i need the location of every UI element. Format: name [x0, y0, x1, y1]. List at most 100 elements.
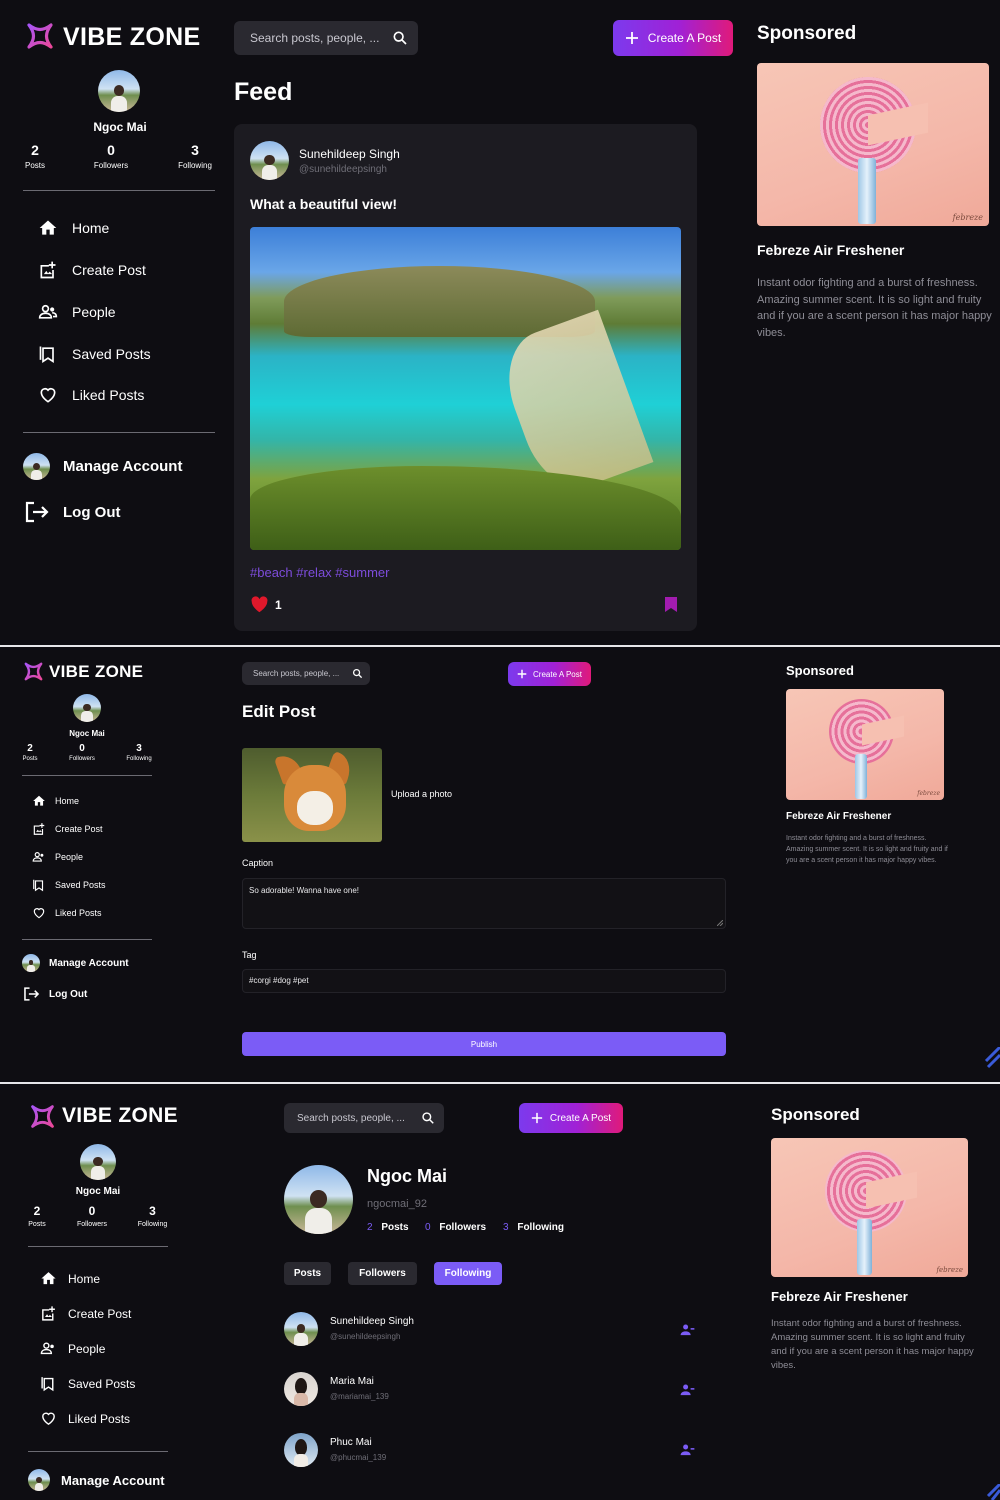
user-avatar[interactable]	[98, 70, 140, 112]
sidebar-item-label: Home	[72, 220, 110, 236]
sidebar-item-liked-posts[interactable]: Liked Posts	[38, 385, 144, 405]
posts-label: Posts	[28, 1221, 46, 1228]
sidebar-item-saved-posts[interactable]: Saved Posts	[38, 344, 151, 364]
post-author-name[interactable]: Sunehildeep Singh	[299, 147, 400, 161]
followers-count: 0	[88, 1204, 96, 1218]
sidebar-item-label: Home	[68, 1271, 101, 1286]
following-avatar[interactable]	[284, 1433, 318, 1467]
febreze-ad-image[interactable]: febreze	[786, 689, 944, 800]
sidebar-divider	[23, 190, 215, 191]
sidebar-item-people[interactable]: People	[40, 1340, 105, 1357]
sidebar-item-create-post[interactable]: Create Post	[32, 822, 103, 836]
save-bookmark-icon[interactable]	[664, 596, 678, 613]
sidebar-item-home[interactable]: Home	[40, 1270, 100, 1287]
febreze-brand-mark: febreze	[936, 1266, 963, 1274]
create-post-button[interactable]: Create A Post	[519, 1103, 623, 1133]
sidebar-item-people[interactable]: People	[32, 850, 83, 864]
following-avatar[interactable]	[284, 1372, 318, 1406]
post-image[interactable]	[250, 227, 681, 550]
tab-followers[interactable]: Followers	[348, 1262, 417, 1285]
vibe-zone-logo-icon[interactable]	[25, 21, 55, 51]
post-author-avatar[interactable]	[250, 141, 289, 180]
febreze-ad-image[interactable]: febreze	[757, 63, 989, 226]
search-placeholder[interactable]: Search posts, people, ...	[250, 31, 379, 45]
logout-link[interactable]: Log Out	[24, 500, 120, 524]
add-photo-icon	[42, 1306, 55, 1321]
search-bar[interactable]: Search posts, people, ...	[284, 1103, 444, 1133]
post-author-handle[interactable]: @sunehildeepsingh	[299, 164, 387, 175]
brand-name[interactable]: VIBE ZONE	[62, 1104, 178, 1128]
post-photo-preview[interactable]	[242, 748, 382, 842]
sidebar-item-home[interactable]: Home	[38, 218, 109, 238]
search-bar[interactable]: Search posts, people, ...	[242, 662, 370, 685]
manage-account-label: Manage Account	[63, 458, 183, 475]
user-name[interactable]: Ngoc Mai	[58, 1186, 138, 1197]
upload-photo-button[interactable]: Upload a photo	[391, 789, 452, 799]
vibe-zone-logo-icon[interactable]	[29, 1103, 56, 1130]
manage-account-link[interactable]: Manage Account	[28, 1469, 165, 1491]
search-icon[interactable]	[352, 668, 363, 679]
sidebar-item-create-post[interactable]: Create Post	[38, 260, 146, 280]
resize-handle-icon[interactable]	[717, 920, 723, 926]
post-tags[interactable]: #beach #relax #summer	[250, 565, 389, 580]
following-avatar[interactable]	[284, 1312, 318, 1346]
user-name[interactable]: Ngoc Mai	[70, 120, 170, 134]
tab-following[interactable]: Following	[434, 1262, 502, 1285]
profile-following-stat[interactable]: 3 Following	[503, 1222, 564, 1233]
logout-link[interactable]: Log Out	[23, 986, 87, 1002]
ad-title[interactable]: Febreze Air Freshener	[786, 811, 891, 822]
publish-button[interactable]: Publish	[242, 1032, 726, 1056]
profile-posts-stat[interactable]: 2 Posts	[367, 1222, 409, 1233]
create-post-button[interactable]: Create A Post	[613, 20, 733, 56]
create-post-button[interactable]: Create A Post	[508, 662, 591, 686]
sidebar-item-people[interactable]: People	[38, 302, 116, 322]
following-handle: @sunehildeepsingh	[330, 1332, 401, 1341]
sidebar-item-liked-posts[interactable]: Liked Posts	[40, 1410, 130, 1427]
sidebar-item-create-post[interactable]: Create Post	[40, 1305, 131, 1322]
following-name[interactable]: Phuc Mai	[330, 1437, 372, 1448]
brand-name[interactable]: VIBE ZONE	[49, 662, 143, 682]
search-icon[interactable]	[421, 1111, 435, 1125]
tag-value[interactable]: #corgi #dog #pet	[249, 976, 309, 985]
like-heart-icon[interactable]	[250, 596, 269, 613]
following-name[interactable]: Sunehildeep Singh	[330, 1316, 414, 1327]
following-name[interactable]: Maria Mai	[330, 1376, 374, 1387]
brand-name[interactable]: VIBE ZONE	[63, 23, 200, 52]
vibe-zone-logo-icon[interactable]	[23, 661, 44, 682]
unfollow-user-icon[interactable]	[680, 1383, 695, 1396]
posts-count: 2	[31, 142, 39, 158]
manage-account-link[interactable]: Manage Account	[23, 453, 182, 480]
tab-posts[interactable]: Posts	[284, 1262, 331, 1285]
user-avatar[interactable]	[80, 1144, 116, 1180]
sidebar-item-saved-posts[interactable]: Saved Posts	[40, 1375, 135, 1392]
sidebar-item-label: Create Post	[68, 1306, 132, 1321]
search-icon[interactable]	[392, 30, 408, 46]
caption-value[interactable]: So adorable! Wanna have one!	[249, 886, 359, 895]
user-name[interactable]: Ngoc Mai	[57, 729, 117, 738]
posts-count: 2	[33, 1204, 41, 1218]
following-count: 3	[191, 142, 199, 158]
sidebar-item-home[interactable]: Home	[32, 794, 79, 808]
user-avatar[interactable]	[73, 694, 101, 722]
search-placeholder[interactable]: Search posts, people, ...	[253, 669, 339, 678]
ad-title[interactable]: Febreze Air Freshener	[757, 242, 904, 258]
home-icon	[41, 1272, 56, 1285]
manage-account-label: Manage Account	[49, 957, 129, 969]
ad-title[interactable]: Febreze Air Freshener	[771, 1289, 908, 1304]
sidebar-divider	[22, 775, 152, 776]
caption-field[interactable]: So adorable! Wanna have one!	[242, 878, 726, 929]
tag-field[interactable]: #corgi #dog #pet	[242, 969, 726, 993]
search-bar[interactable]: Search posts, people, ...	[234, 21, 418, 55]
search-placeholder[interactable]: Search posts, people, ...	[297, 1113, 405, 1124]
febreze-ad-image[interactable]: febreze	[771, 1138, 968, 1277]
unfollow-user-icon[interactable]	[680, 1323, 695, 1336]
profile-followers-stat[interactable]: 0 Followers	[425, 1222, 486, 1233]
unfollow-user-icon[interactable]	[680, 1443, 695, 1456]
ad-description: Instant odor fighting and a burst of fre…	[786, 835, 948, 864]
heart-icon	[40, 387, 56, 403]
sidebar-item-saved-posts[interactable]: Saved Posts	[32, 878, 106, 892]
profile-avatar[interactable]	[284, 1165, 353, 1234]
followers-label: Followers	[93, 161, 129, 170]
sidebar-item-liked-posts[interactable]: Liked Posts	[32, 906, 102, 920]
manage-account-link[interactable]: Manage Account	[22, 954, 129, 972]
